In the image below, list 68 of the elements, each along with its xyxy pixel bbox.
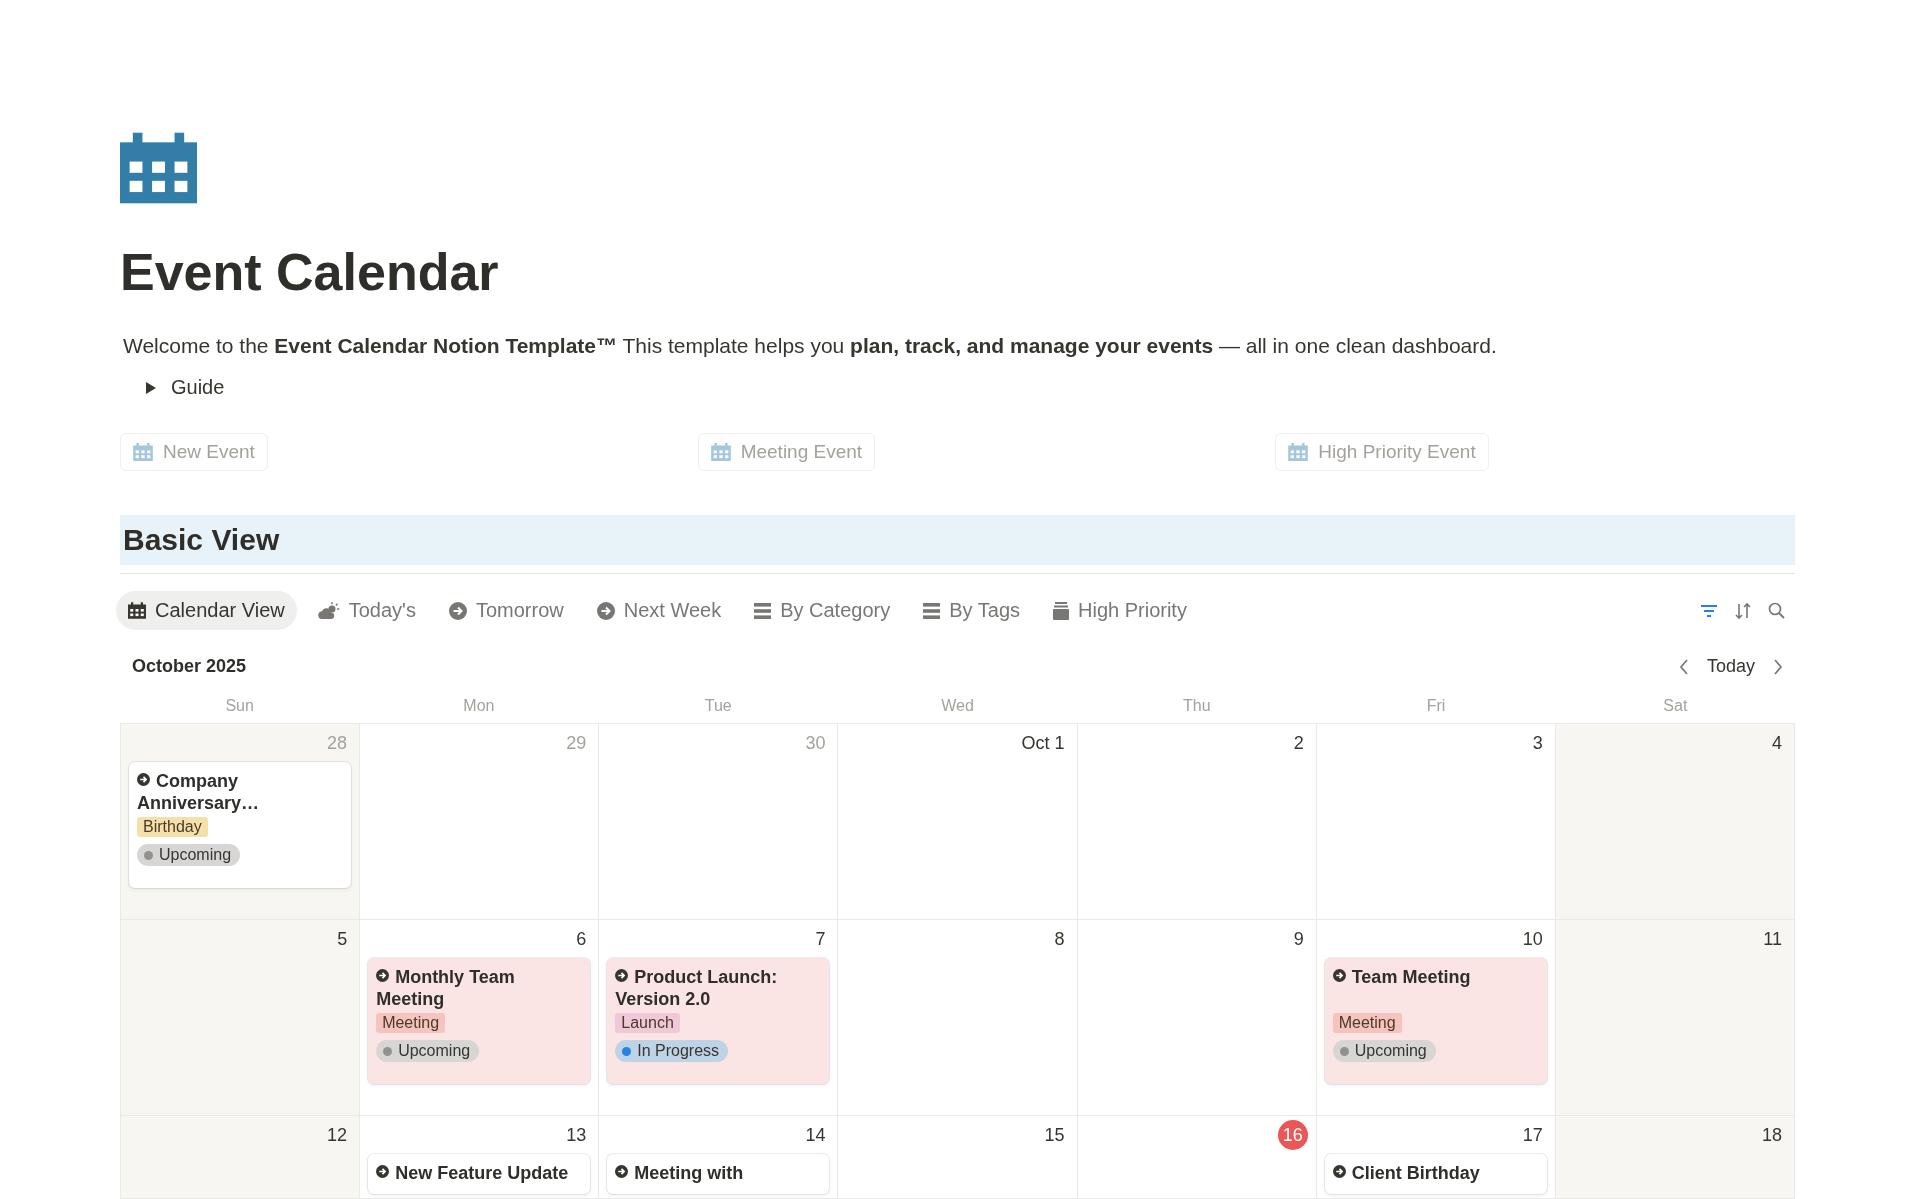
weekday-label: Mon [462,696,496,716]
sort-icon[interactable] [1734,601,1752,620]
event-card[interactable]: Company Anniversary… Birthday Upcoming [129,762,352,888]
day-number: 12 [326,1124,349,1146]
event-title: Client Birthday [1332,1162,1539,1184]
view-tab[interactable]: Next Week [584,591,734,630]
month-label: October 2025 [132,656,247,677]
day-number: 4 [1770,732,1783,754]
day-number: Oct 1 [1020,732,1066,754]
page-title: Event Calendar [120,242,500,302]
day-number: 2 [1292,732,1305,754]
day-number: 29 [565,732,588,754]
day-number: 3 [1531,732,1544,754]
view-tab[interactable]: Tomorrow [436,591,576,630]
chevron-left-icon[interactable] [1678,658,1689,675]
chevron-right-icon[interactable] [1773,658,1783,675]
day-number: 15 [1043,1124,1066,1146]
arrow-circle-icon [137,773,150,786]
guide-toggle[interactable]: Guide [171,376,225,399]
weekday-label: Wed [940,696,975,716]
calendar-icon [128,602,146,619]
event-title: New Feature Update [376,1162,583,1184]
intro-paragraph: Welcome to the Event Calendar Notion Template™ This template helps you plan, track, and manage your events — all in one clean dashboard. [123,333,1498,359]
calendar-icon [120,132,197,204]
day-number: 18 [1760,1124,1783,1146]
view-tab[interactable]: High Priority [1041,591,1199,630]
view-tab[interactable]: By Category [742,591,903,630]
today-button[interactable]: Today [1702,654,1759,679]
search-icon[interactable] [1768,602,1785,619]
day-number: 10 [1521,928,1544,950]
day-number: 7 [814,928,827,950]
view-tab[interactable]: Calendar View [116,591,297,630]
toggle-triangle-icon[interactable] [145,381,157,394]
day-number: 14 [804,1124,827,1146]
calendar-icon [133,443,153,461]
day-number: 9 [1292,928,1305,950]
day-number: 5 [336,928,349,950]
weekday-label: Sun [224,696,255,716]
view-tab[interactable]: By Tags [911,591,1032,630]
list-icon [923,602,941,619]
stack-icon [1053,601,1069,620]
section-heading: Basic View [120,515,1795,565]
day-number: 17 [1521,1124,1544,1146]
day-number: 11 [1762,928,1783,950]
status-pill: Upcoming [137,844,241,866]
arrow-circle-icon [448,601,467,620]
filter-icon[interactable] [1700,603,1718,618]
event-title: Monthly Team Meeting [376,966,516,1010]
day-number: 30 [804,732,827,754]
calendar-icon [710,443,731,461]
event-title: Team Meeting [1332,966,1539,988]
event-title: Product Launch: Version 2.0 [615,966,779,1010]
category-tag: Birthday [137,817,208,837]
arrow-circle-icon [596,601,615,620]
event-title: Company Anniversary… [137,770,261,814]
weekday-label: Fri [1425,696,1447,716]
weekday-label: Sat [1662,696,1689,716]
event-title: Meeting with [615,1162,822,1184]
view-tab[interactable]: Today's [305,591,428,630]
day-number: 13 [565,1124,588,1146]
weekday-label: Tue [703,696,733,716]
sun-cloud-icon [317,601,340,620]
calendar-icon [1288,443,1309,461]
day-number: 28 [326,732,349,754]
day-number: 6 [575,928,588,950]
weekday-label: Thu [1182,696,1212,716]
day-number: 8 [1053,928,1066,950]
list-icon [754,602,772,619]
